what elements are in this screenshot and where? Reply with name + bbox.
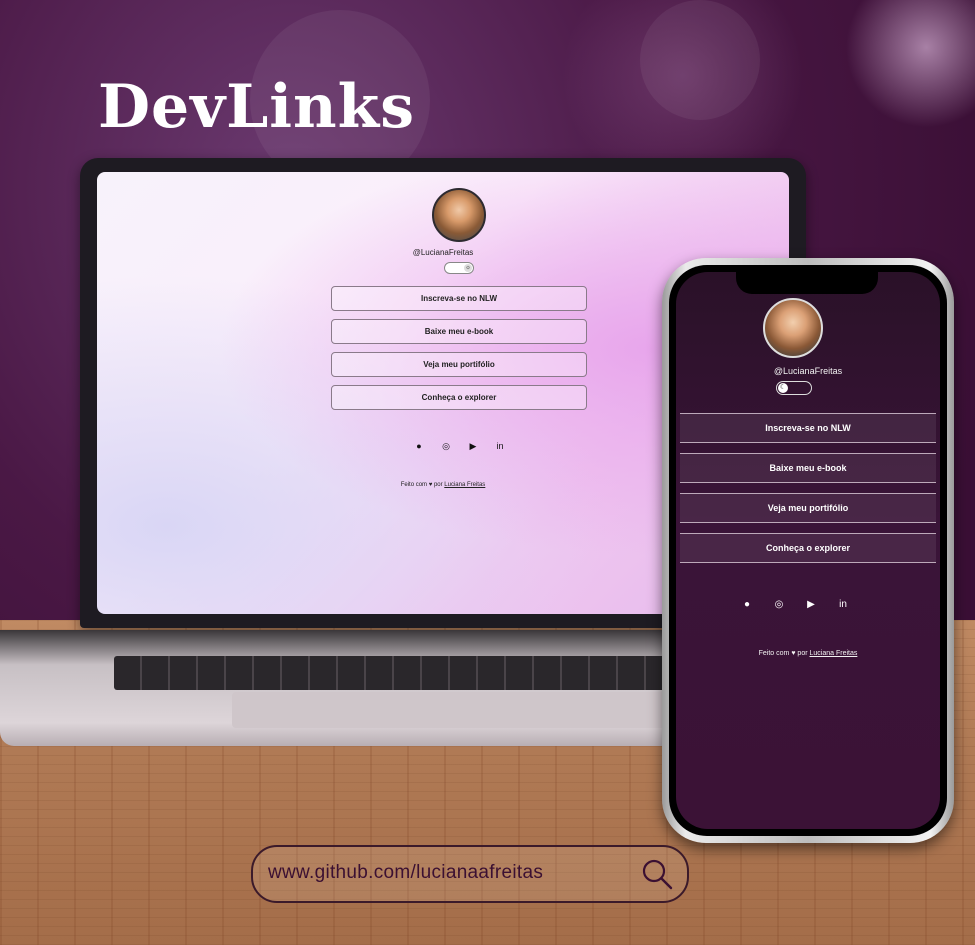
link-button-explorer[interactable]: Conheça o explorer — [331, 385, 587, 410]
footer-by: por — [797, 650, 808, 657]
youtube-icon[interactable]: ▶ — [467, 440, 479, 452]
linkedin-icon[interactable]: in — [494, 440, 506, 452]
footer-prefix: Feito com — [400, 482, 428, 488]
github-url-text: www.github.com/lucianaafreitas — [268, 862, 544, 883]
author-link[interactable]: Luciana Freitas — [810, 650, 858, 657]
footer: Feito com ♥ por Luciana Freitas — [676, 650, 940, 657]
phone-notch — [736, 272, 878, 294]
link-button-ebook[interactable]: Baixe meu e-book — [331, 319, 587, 344]
link-button-portfolio[interactable]: Veja meu portifólio — [331, 352, 587, 377]
link-button-nlw[interactable]: Inscreva-se no NLW — [331, 286, 587, 311]
social-links: ● ◎ ▶ in — [413, 440, 513, 452]
link-button-portfolio[interactable]: Veja meu portifólio — [680, 493, 936, 523]
avatar — [763, 298, 823, 358]
linkedin-icon[interactable]: in — [836, 598, 850, 612]
search-icon[interactable] — [640, 857, 674, 891]
instagram-icon[interactable]: ◎ — [772, 598, 786, 612]
heart-icon: ♥ — [791, 650, 796, 657]
sun-icon: ☼ — [464, 264, 472, 272]
github-icon[interactable]: ● — [740, 598, 754, 612]
instagram-icon[interactable]: ◎ — [440, 440, 452, 452]
social-links: ● ◎ ▶ in — [740, 598, 860, 612]
theme-toggle[interactable]: ☼ — [444, 262, 474, 274]
bokeh-light — [640, 0, 760, 120]
avatar — [432, 188, 486, 242]
author-link[interactable]: Luciana Freitas — [444, 482, 485, 488]
link-button-nlw[interactable]: Inscreva-se no NLW — [680, 413, 936, 443]
youtube-icon[interactable]: ▶ — [804, 598, 818, 612]
footer-prefix: Feito com — [758, 650, 790, 657]
page-title: DevLinks — [98, 72, 416, 142]
laptop-trackpad — [232, 692, 672, 728]
github-icon[interactable]: ● — [413, 440, 425, 452]
theme-toggle[interactable]: ☾ — [776, 381, 812, 395]
link-button-ebook[interactable]: Baixe meu e-book — [680, 453, 936, 483]
moon-icon: ☾ — [778, 383, 788, 393]
laptop-keyboard — [114, 656, 674, 690]
footer-by: por — [433, 482, 443, 488]
username: @LucianaFreitas — [412, 248, 474, 257]
heart-icon: ♥ — [428, 482, 433, 488]
username: @LucianaFreitas — [773, 366, 843, 376]
link-button-explorer[interactable]: Conheça o explorer — [680, 533, 936, 563]
